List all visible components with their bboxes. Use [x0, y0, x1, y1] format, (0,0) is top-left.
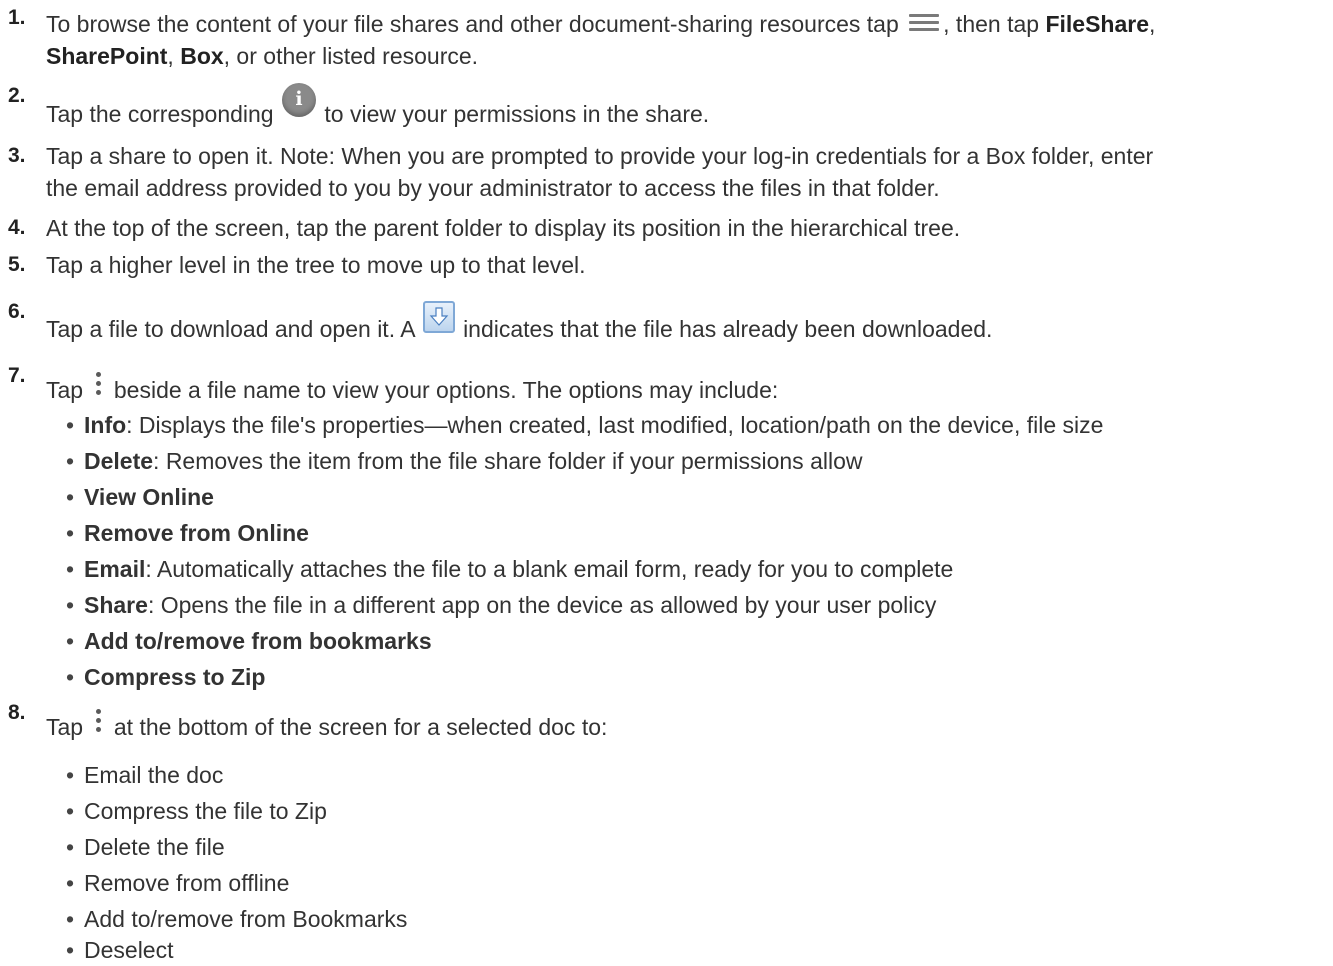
download-icon	[422, 300, 455, 333]
step-text: Tap a share to open it. Note: When you a…	[46, 143, 1154, 169]
step-number: 1.	[8, 6, 26, 29]
step-number: 2.	[8, 84, 26, 107]
info-icon: i	[282, 82, 316, 117]
more-vertical-icon	[93, 708, 103, 737]
step-text-line-2: the email address provided to you by you…	[46, 175, 940, 201]
step-text-line-2: SharePoint, Box, or other listed resourc…	[46, 43, 479, 69]
hamburger-menu-icon	[909, 11, 940, 33]
step-number: 6.	[8, 300, 26, 323]
step-text: At the top of the screen, tap the parent…	[46, 215, 961, 241]
help-document: 1. To browse the content of your file sh…	[0, 0, 1333, 966]
step-text: Tap a higher level in the tree to move u…	[46, 252, 586, 278]
step-text: Tap at the bottom of the screen for a se…	[46, 708, 1315, 743]
fileshare-label: FileShare	[1045, 11, 1150, 37]
step-number: 5.	[8, 253, 26, 276]
step-text: To browse the content of your file share…	[46, 11, 1156, 37]
more-vertical-icon	[93, 371, 103, 400]
sharepoint-label: SharePoint	[46, 43, 168, 69]
box-label: Box	[180, 43, 224, 69]
step-number: 8.	[8, 701, 26, 724]
step-number: 4.	[8, 216, 26, 239]
step-text: Tap a file to download and open it. A in…	[46, 300, 1315, 347]
step-number: 3.	[8, 144, 26, 167]
step-text: Tap beside a file name to view your opti…	[46, 371, 1315, 406]
step-text: Tap the corresponding i to view your per…	[46, 82, 1315, 133]
step-number: 7.	[8, 364, 26, 387]
